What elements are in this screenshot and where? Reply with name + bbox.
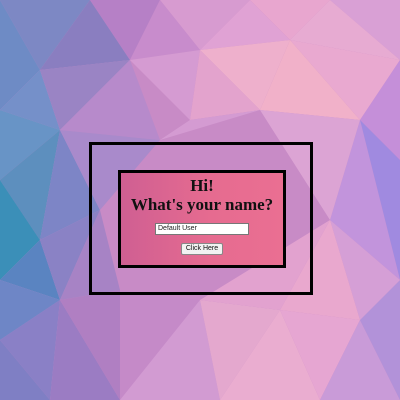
- greeting-text: Hi!: [190, 176, 214, 195]
- question-heading: What's your name?: [130, 195, 274, 214]
- name-dialog: Hi! What's your name? Click Here: [118, 170, 286, 268]
- name-input[interactable]: [155, 223, 249, 235]
- click-here-button[interactable]: Click Here: [180, 243, 224, 255]
